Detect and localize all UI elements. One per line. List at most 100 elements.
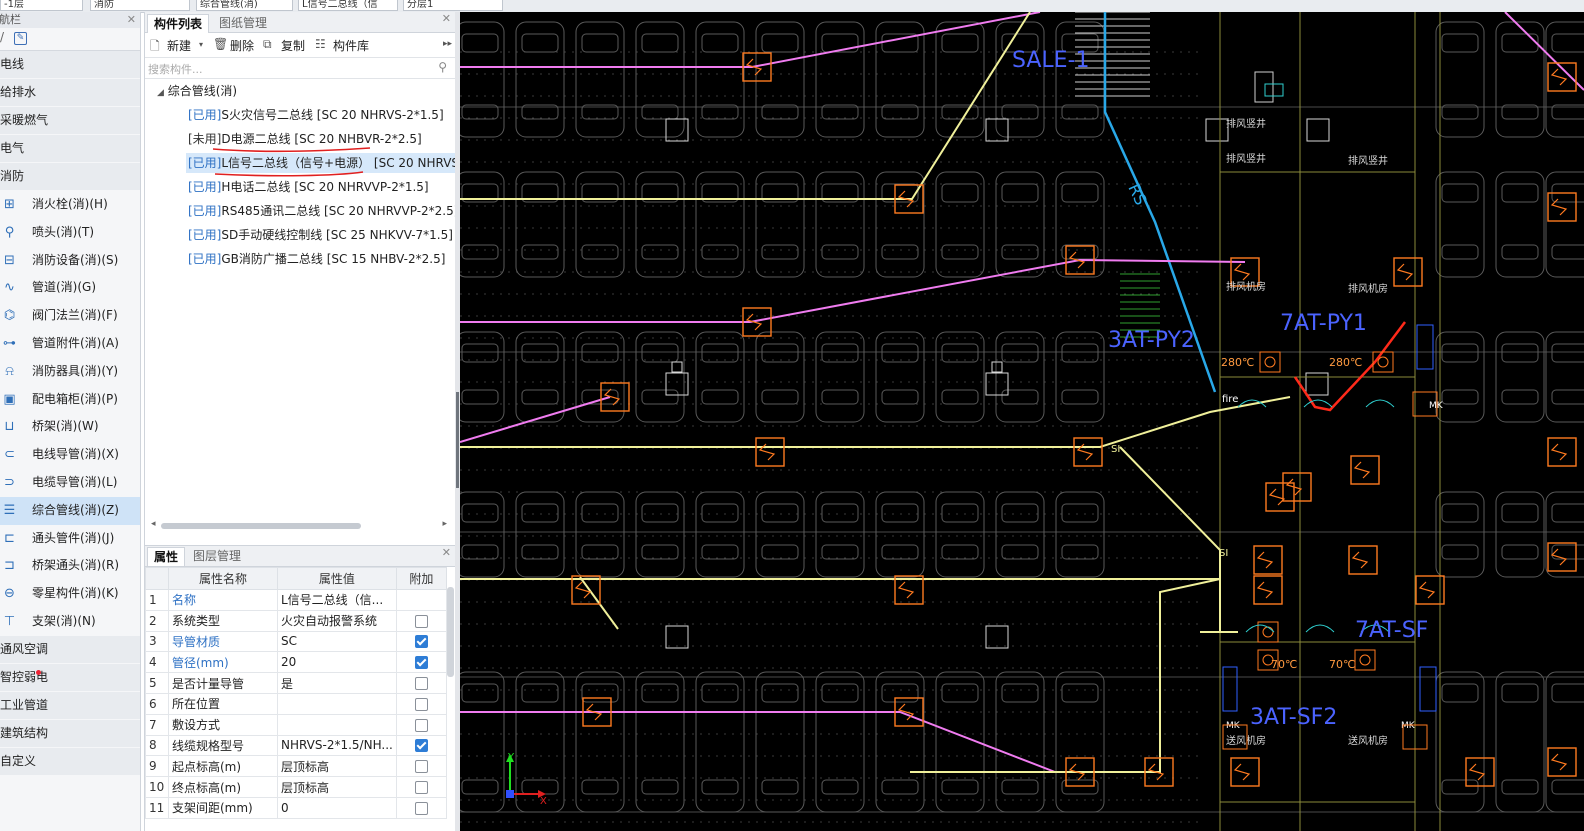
device-symbol-icon[interactable] [1547, 747, 1577, 777]
delete-icon[interactable]: 🗑 [213, 37, 228, 51]
nav-category[interactable]: 自定义 [0, 747, 140, 776]
property-row[interactable]: 9 起点标高(m) 层顶标高 [145, 755, 448, 778]
device-symbol-icon[interactable] [1393, 257, 1423, 287]
extra-checkbox[interactable] [414, 760, 428, 774]
nav-category[interactable]: 智控弱电 [0, 663, 140, 692]
nav-item[interactable]: ⊶ 管道附件(消)(A) [0, 330, 140, 358]
property-value[interactable]: 层顶标高 [277, 776, 397, 798]
extra-checkbox[interactable] [414, 781, 428, 795]
nav-item[interactable]: ⚲ 喷头(消)(T) [0, 219, 140, 247]
extra-checkbox[interactable] [414, 614, 428, 628]
property-value[interactable]: 层顶标高 [277, 755, 397, 778]
property-row[interactable]: 3 导管材质 SC [145, 630, 448, 653]
vertical-scrollbar[interactable] [447, 587, 454, 677]
nav-category[interactable]: 采暖燃气 [0, 107, 140, 135]
tab-properties[interactable]: 属性 [147, 547, 186, 566]
chevron-icon[interactable]: / [0, 30, 4, 44]
scroll-right-icon[interactable]: ▸ [442, 519, 447, 529]
copy-icon[interactable]: ⧉ [263, 37, 272, 52]
more-icon[interactable]: ▸▸ [443, 39, 452, 49]
nav-item[interactable]: ⊐ 桥架通头(消)(R) [0, 552, 140, 580]
tree-item[interactable]: [已用]RS485通讯二总线 [SC 20 NHRVVP-2*2.5] [188, 201, 458, 221]
extra-checkbox[interactable] [414, 635, 428, 649]
property-value[interactable]: 火灾自动报警系统 [277, 609, 397, 632]
device-symbol-icon[interactable] [600, 382, 630, 412]
nav-item[interactable]: ▣ 配电箱柜(消)(P) [0, 386, 140, 414]
tab-layer-manage[interactable]: 图层管理 [187, 547, 247, 565]
nav-item[interactable]: ⊖ 零星构件(消)(K) [0, 580, 140, 608]
nav-category[interactable]: 电气 [0, 135, 140, 163]
device-symbol-icon[interactable] [1350, 455, 1380, 485]
property-row[interactable]: 1 名称 L信号二总线（信... [145, 589, 448, 611]
detector-icon[interactable] [1259, 351, 1281, 373]
copy-button[interactable]: 复制 [281, 37, 305, 54]
nav-item[interactable]: ⊔ 桥架(消)(W) [0, 413, 140, 441]
edit-icon[interactable]: ✎ [14, 32, 27, 45]
horizontal-scrollbar[interactable]: ◂ ▸ [149, 519, 449, 530]
drawing-canvas[interactable]: SALE-1 RS 3AT-PY2 7AT-PY1 280℃ 280℃ fire MK MK MK… [460, 12, 1584, 831]
property-value[interactable]: 0 [277, 796, 397, 819]
nav-item[interactable]: ∿ 管道(消)(G) [0, 274, 140, 302]
library-icon[interactable]: ☷ [315, 37, 326, 51]
new-icon[interactable]: 🗋 [150, 37, 160, 58]
nav-category[interactable]: 建筑结构 [0, 719, 140, 748]
tab-drawing-manage[interactable]: 图纸管理 [213, 14, 273, 32]
delete-button[interactable]: 删除 [230, 37, 254, 54]
nav-item[interactable]: ☰ 综合管线(消)(Z) [0, 496, 140, 525]
property-value[interactable] [277, 692, 397, 715]
device-symbol-icon[interactable] [1073, 437, 1103, 467]
property-value[interactable]: SC [277, 630, 397, 653]
nav-category[interactable]: 电线 [0, 51, 140, 79]
device-symbol-icon[interactable] [1253, 545, 1283, 575]
property-value[interactable]: L信号二总线（信... [277, 589, 397, 611]
close-icon[interactable]: ✕ [442, 12, 451, 25]
extra-checkbox[interactable] [414, 801, 428, 815]
discipline-dropdown[interactable]: 消防 [90, 0, 190, 11]
nav-category[interactable]: 通风空调 [0, 635, 140, 664]
floor-dropdown[interactable]: -1层 [0, 0, 83, 11]
property-row[interactable]: 10 终点标高(m) 层顶标高 [145, 776, 448, 798]
property-value[interactable]: NHRVS-2*1.5/NH... [277, 734, 397, 757]
nav-item[interactable]: ⊟ 消防设备(消)(S) [0, 247, 140, 275]
nav-category[interactable]: 工业管道 [0, 691, 140, 720]
property-value[interactable]: 是 [277, 672, 397, 694]
device-symbol-icon[interactable] [1253, 575, 1283, 605]
close-icon[interactable]: ✕ [127, 12, 136, 28]
device-symbol-icon[interactable] [1282, 472, 1312, 502]
extra-checkbox[interactable] [414, 739, 428, 753]
property-value[interactable] [277, 713, 397, 736]
nav-item[interactable]: ⌬ 阀门法兰(消)(F) [0, 302, 140, 330]
type-dropdown[interactable]: 综合管线(消) [196, 0, 293, 11]
component-dropdown[interactable]: L信号二总线（信 [298, 0, 398, 11]
nav-item[interactable]: ⊤ 支架(消)(N) [0, 608, 140, 636]
signal-lines[interactable] [460, 12, 1291, 773]
property-row[interactable]: 2 系统类型 火灾自动报警系统 [145, 609, 448, 632]
tree-item[interactable]: [已用]GB消防广播二总线 [SC 15 NHBV-2*2.5] [188, 249, 445, 269]
property-row[interactable]: 11 支架间距(mm) 0 [145, 796, 448, 819]
device-symbol-icon[interactable] [1465, 757, 1495, 787]
scroll-thumb[interactable] [161, 523, 361, 529]
property-row[interactable]: 4 管径(mm) 20 [145, 651, 448, 674]
property-row[interactable]: 7 敷设方式 [145, 713, 448, 736]
new-button[interactable]: 新建 [167, 37, 191, 54]
extra-checkbox[interactable] [414, 656, 428, 670]
close-icon[interactable]: ✕ [442, 546, 451, 559]
search-icon[interactable]: ⚲ [438, 60, 447, 74]
nav-category[interactable]: 给排水 [0, 79, 140, 107]
nav-item[interactable]: ⊂ 电线导管(消)(X) [0, 441, 140, 469]
nav-item[interactable]: ⍾ 消防器具(消)(Y) [0, 358, 140, 386]
property-row[interactable]: 8 线缆规格型号 NHRVS-2*1.5/NH... [145, 734, 448, 757]
extra-checkbox[interactable] [414, 697, 428, 711]
nav-item[interactable]: ⊞ 消火栓(消)(H) [0, 191, 140, 219]
tab-component-list[interactable]: 构件列表 [147, 14, 210, 33]
nav-category-fire[interactable]: 消防 [0, 163, 140, 191]
dropdown-arrow-icon[interactable]: ▾ [199, 40, 203, 49]
property-value[interactable]: 20 [277, 651, 397, 674]
extra-checkbox[interactable] [414, 677, 428, 691]
search-input[interactable]: 搜索构件... [148, 61, 203, 77]
device-symbol-icon[interactable] [1265, 482, 1295, 512]
tree-item[interactable]: [已用]SD手动硬线控制线 [SC 25 NHKVV-7*1.5] [188, 225, 453, 245]
property-row[interactable]: 5 是否计量导管是 [145, 672, 448, 694]
nav-item[interactable]: ⊃ 电缆导管(消)(L) [0, 469, 140, 497]
device-symbol-icon[interactable] [755, 437, 785, 467]
